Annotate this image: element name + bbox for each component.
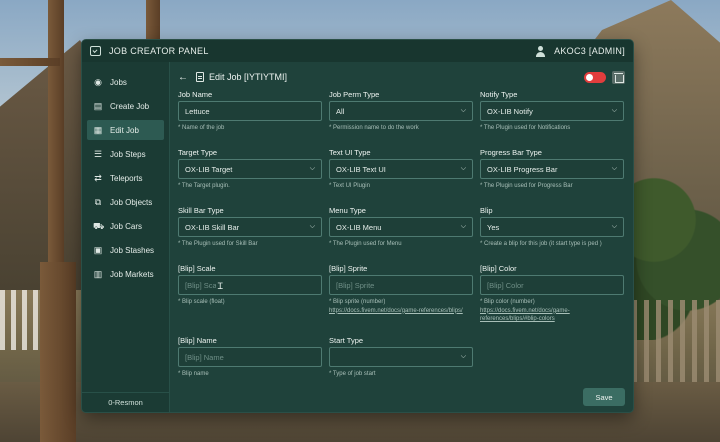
blip-select[interactable]: Yes ⌵ [480,217,624,237]
field-start-type: Start Type ⌵ * Type of job start [329,335,473,393]
market-icon: ▥ [93,269,103,279]
car-icon: ⛟ [93,221,105,231]
sidebar-item-job-cars[interactable]: ⛟ Job Cars [87,216,164,236]
field-blip-name: [Blip] Name [Blip] Name * Blip name [178,335,322,393]
menu-type-select[interactable]: OX-LIB Menu ⌵ [329,217,473,237]
blip-color-input[interactable]: [Blip] Color [480,275,624,295]
main-content: ← Edit Job [IYTIYTMI] Job Name Lettuce *… [170,62,633,412]
document-add-icon: ▤ [93,101,103,111]
job-enabled-toggle[interactable] [584,71,606,83]
page-title: Edit Job [IYTIYTMI] [209,72,288,82]
list-icon: ☰ [93,149,103,159]
wooden-beam [0,58,60,66]
chevron-down-icon: ⌵ [611,223,617,230]
user-name: AKOC3 [ADMIN] [554,46,625,56]
skill-bar-type-select[interactable]: OX-LIB Skill Bar ⌵ [178,217,322,237]
sidebar-item-job-steps[interactable]: ☰ Job Steps [87,144,164,164]
blip-scale-input[interactable]: [Blip] ScaleꞮ [178,275,322,295]
page-header: ← Edit Job [IYTIYTMI] [178,68,625,86]
wooden-post-front [40,262,76,442]
field-job-perm-type: Job Perm Type All ⌵ * Permission name to … [329,89,473,147]
sidebar-item-teleports[interactable]: ⇄ Teleports [87,168,164,188]
field-menu-type: Menu Type OX-LIB Menu ⌵ * The Plugin used… [329,205,473,263]
field-skill-bar-type: Skill Bar Type OX-LIB Skill Bar ⌵ * The P… [178,205,322,263]
job-name-input[interactable]: Lettuce [178,101,322,121]
sidebar: ◉ Jobs ▤ Create Job ▦ Edit Job ☰ Job Ste… [82,62,170,412]
chevron-down-icon: ⌵ [460,165,466,172]
job-perm-type-select[interactable]: All ⌵ [329,101,473,121]
sidebar-item-jobs[interactable]: ◉ Jobs [87,72,164,92]
job-creator-panel: JOB CREATOR PANEL AKOC3 [ADMIN] ◉ Jobs ▤… [82,40,633,412]
field-blip-color: [Blip] Color [Blip] Color * Blip color (… [480,263,624,335]
text-ui-type-select[interactable]: OX-LIB Text UI ⌵ [329,159,473,179]
notify-type-select[interactable]: OX-LIB Notify ⌵ [480,101,624,121]
document-icon [196,72,204,82]
sidebar-item-job-objects[interactable]: ⧉ Job Objects [87,192,164,212]
trash-icon[interactable] [612,70,625,84]
chevron-down-icon: ⌵ [309,165,315,172]
start-type-select[interactable]: ⌵ [329,347,473,367]
chevron-down-icon: ⌵ [460,353,466,360]
sidebar-item-edit-job[interactable]: ▦ Edit Job [87,120,164,140]
database-icon: ◉ [94,77,102,87]
sidebar-item-job-stashes[interactable]: ▣ Job Stashes [87,240,164,260]
blip-color-docs-link[interactable]: https://docs.fivem.net/docs/game-referen… [480,308,570,323]
user-gear-icon [535,45,549,57]
blip-sprite-input[interactable]: [Blip] Sprite [329,275,473,295]
blip-sprite-docs-link[interactable]: https://docs.fivem.net/docs/game-referen… [329,308,463,314]
title-bar: JOB CREATOR PANEL AKOC3 [ADMIN] [82,40,633,62]
chevron-down-icon: ⌵ [460,107,466,114]
back-arrow-icon[interactable]: ← [178,72,188,83]
form-grid: Job Name Lettuce * Name of the job Job P… [178,89,625,393]
chevron-down-icon: ⌵ [611,107,617,114]
terminal-icon [90,46,101,56]
field-target-type: Target Type OX-LIB Target ⌵ * The Target … [178,147,322,205]
window-title: JOB CREATOR PANEL [109,46,209,56]
chevron-down-icon: ⌵ [460,223,466,230]
chevron-down-icon: ⌵ [309,223,315,230]
field-progress-bar-type: Progress Bar Type OX-LIB Progress Bar ⌵ *… [480,147,624,205]
field-blip-scale: [Blip] Scale [Blip] ScaleꞮ * Blip scale … [178,263,322,335]
field-blip: Blip Yes ⌵ * Create a blip for this job (… [480,205,624,263]
chevron-down-icon: ⌵ [611,165,617,172]
save-button[interactable]: Save [583,388,625,406]
field-blip-sprite: [Blip] Sprite [Blip] Sprite * Blip sprit… [329,263,473,335]
field-job-name: Job Name Lettuce * Name of the job [178,89,322,147]
route-icon: ⇄ [94,173,102,183]
text-cursor-icon: Ɪ [217,280,223,291]
sidebar-item-create-job[interactable]: ▤ Create Job [87,96,164,116]
resmon-footer: 0-Resmon [82,392,169,412]
objects-icon: ⧉ [94,197,102,207]
document-edit-icon: ▦ [93,125,103,135]
field-text-ui-type: Text UI Type OX-LIB Text UI ⌵ * Text UI P… [329,147,473,205]
target-type-select[interactable]: OX-LIB Target ⌵ [178,159,322,179]
sidebar-item-job-markets[interactable]: ▥ Job Markets [87,264,164,284]
stash-icon: ▣ [93,245,103,255]
wooden-post [146,0,160,40]
blip-name-input[interactable]: [Blip] Name [178,347,322,367]
field-notify-type: Notify Type OX-LIB Notify ⌵ * The Plugin … [480,89,624,147]
progress-bar-type-select[interactable]: OX-LIB Progress Bar ⌵ [480,159,624,179]
